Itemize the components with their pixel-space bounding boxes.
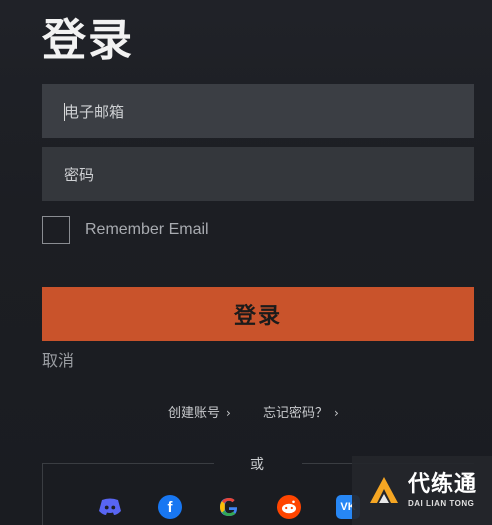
watermark-sub-text: DAI LIAN TONG xyxy=(408,498,475,508)
account-links: 创建账号 › 忘记密码？ › xyxy=(0,402,492,422)
facebook-login-button[interactable]: f xyxy=(158,495,182,519)
password-field[interactable]: 密码 xyxy=(42,147,474,201)
cancel-link[interactable]: 取消 xyxy=(42,347,74,371)
reddit-icon xyxy=(282,500,296,514)
password-placeholder: 密码 xyxy=(64,165,95,184)
login-page: 登录 电子邮箱 密码 Remember Email 登录 取消 创建账号 › 忘记… xyxy=(0,0,492,525)
facebook-icon: f xyxy=(167,498,173,516)
remember-email-label[interactable]: Remember Email xyxy=(85,221,209,239)
text-caret xyxy=(64,103,65,121)
reddit-login-button[interactable] xyxy=(277,495,301,519)
crown-logo-icon xyxy=(370,476,398,503)
create-account-label: 创建账号 xyxy=(168,406,221,421)
watermark-logo: 代练通 DAI LIAN TONG xyxy=(352,456,492,525)
email-field[interactable]: 电子邮箱 xyxy=(42,84,474,138)
remember-email-checkbox[interactable] xyxy=(42,216,70,244)
chevron-right-icon: › xyxy=(226,406,231,420)
forgot-password-label: 忘记密码？ xyxy=(263,406,329,421)
login-button[interactable]: 登录 xyxy=(42,287,474,341)
watermark-main-text: 代练通 xyxy=(408,471,478,497)
forgot-password-link[interactable]: 忘记密码？ › xyxy=(263,402,339,421)
page-title: 登录 xyxy=(42,15,134,66)
email-placeholder: 电子邮箱 xyxy=(64,102,125,121)
create-account-link[interactable]: 创建账号 › xyxy=(168,402,231,421)
discord-login-button[interactable] xyxy=(98,495,122,519)
google-login-button[interactable] xyxy=(217,495,241,519)
remember-email-row: Remember Email xyxy=(42,216,209,244)
google-icon xyxy=(220,498,238,516)
discord-icon xyxy=(99,498,121,515)
chevron-right-icon: › xyxy=(334,406,339,420)
